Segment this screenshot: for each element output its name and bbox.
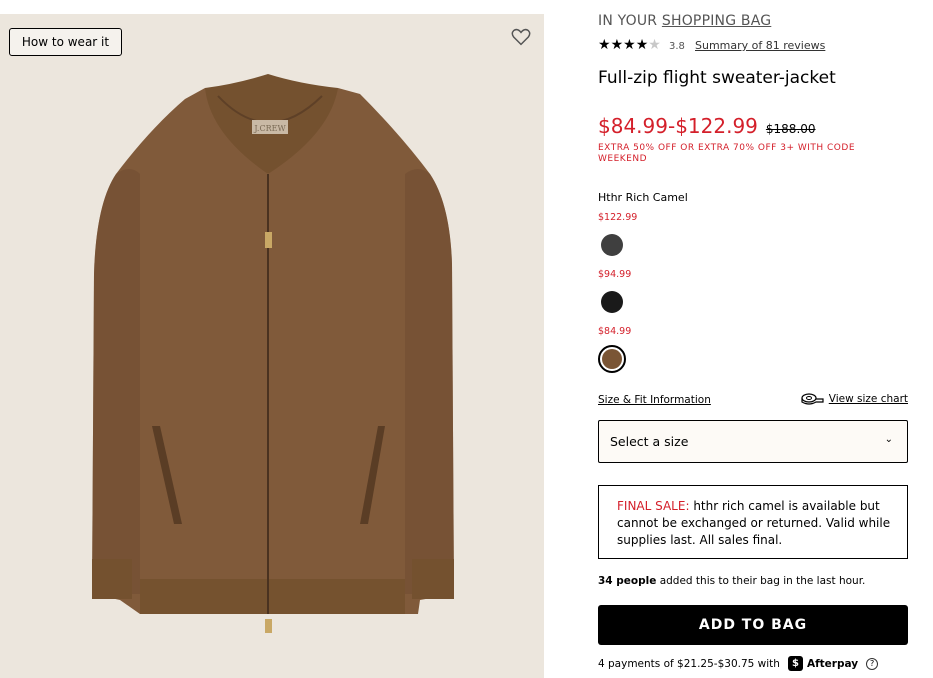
rating-value: 3.8 xyxy=(668,41,685,52)
swatch-price: $94.99 xyxy=(598,269,632,280)
sale-price: $84.99-$122.99 xyxy=(598,114,758,138)
color-swatch-charcoal[interactable] xyxy=(601,234,623,256)
color-swatch-black[interactable] xyxy=(601,291,623,313)
product-title: Full-zip flight sweater-jacket xyxy=(598,68,836,88)
in-your-bag-notice: IN YOUR SHOPPING BAG xyxy=(598,13,771,29)
selected-color-name: Hthr Rich Camel xyxy=(598,191,688,204)
swatch-price: $84.99 xyxy=(598,326,632,337)
size-chart-label: View size chart xyxy=(828,393,908,405)
final-sale-label: FINAL SALE: xyxy=(617,499,690,513)
bag-prefix: IN YOUR xyxy=(598,13,662,29)
social-count: 34 people xyxy=(598,575,657,587)
size-chart-link[interactable]: View size chart xyxy=(800,392,908,406)
reviews-link[interactable]: Summary of 81 reviews xyxy=(695,39,825,52)
afterpay-name: Afterpay xyxy=(806,657,859,670)
final-sale-notice: FINAL SALE: hthr rich camel is available… xyxy=(598,485,908,559)
sweater-image: J.CREW xyxy=(92,74,454,633)
price-row: $84.99-$122.99 $188.00 xyxy=(598,114,816,138)
afterpay-row: 4 payments of $21.25-$30.75 with $ After… xyxy=(598,656,879,671)
shopping-bag-link[interactable]: SHOPPING BAG xyxy=(662,13,771,29)
size-fit-link[interactable]: Size & Fit Information xyxy=(598,394,711,406)
star-rating: ★★★★★ xyxy=(598,37,665,53)
measuring-tape-icon xyxy=(801,393,824,405)
heart-icon[interactable] xyxy=(510,26,532,48)
chevron-down-icon: ⌄ xyxy=(884,434,893,445)
original-price: $188.00 xyxy=(765,122,816,136)
star-icon: ★ xyxy=(635,37,649,53)
star-icon: ★ xyxy=(623,37,636,53)
size-select[interactable]: Select a size ⌄ xyxy=(598,420,908,463)
product-image-panel[interactable]: J.CREW How to wear it xyxy=(0,14,544,678)
social-proof: 34 people added this to their bag in the… xyxy=(598,575,865,587)
afterpay-text: 4 payments of $21.25-$30.75 with xyxy=(598,657,780,670)
how-to-wear-button[interactable]: How to wear it xyxy=(9,28,122,56)
star-icon: ★ xyxy=(598,37,611,53)
promo-text: EXTRA 50% OFF OR EXTRA 70% OFF 3+ WITH C… xyxy=(598,143,856,164)
size-select-label: Select a size xyxy=(610,434,689,449)
afterpay-logo-icon: $ xyxy=(787,656,803,671)
swatch-fill xyxy=(602,349,622,369)
add-to-bag-button[interactable]: ADD TO BAG xyxy=(598,605,908,645)
brand-tag: J.CREW xyxy=(253,124,286,133)
color-swatch-hthr-rich-camel[interactable] xyxy=(598,345,626,373)
star-icon: ★ xyxy=(648,37,661,53)
swatch-price: $122.99 xyxy=(598,212,638,223)
info-icon[interactable]: ? xyxy=(866,657,879,670)
social-text: added this to their bag in the last hour… xyxy=(656,575,866,587)
rating-row: ★★★★★ 3.8 Summary of 81 reviews xyxy=(598,37,825,53)
star-icon: ★ xyxy=(610,37,624,53)
